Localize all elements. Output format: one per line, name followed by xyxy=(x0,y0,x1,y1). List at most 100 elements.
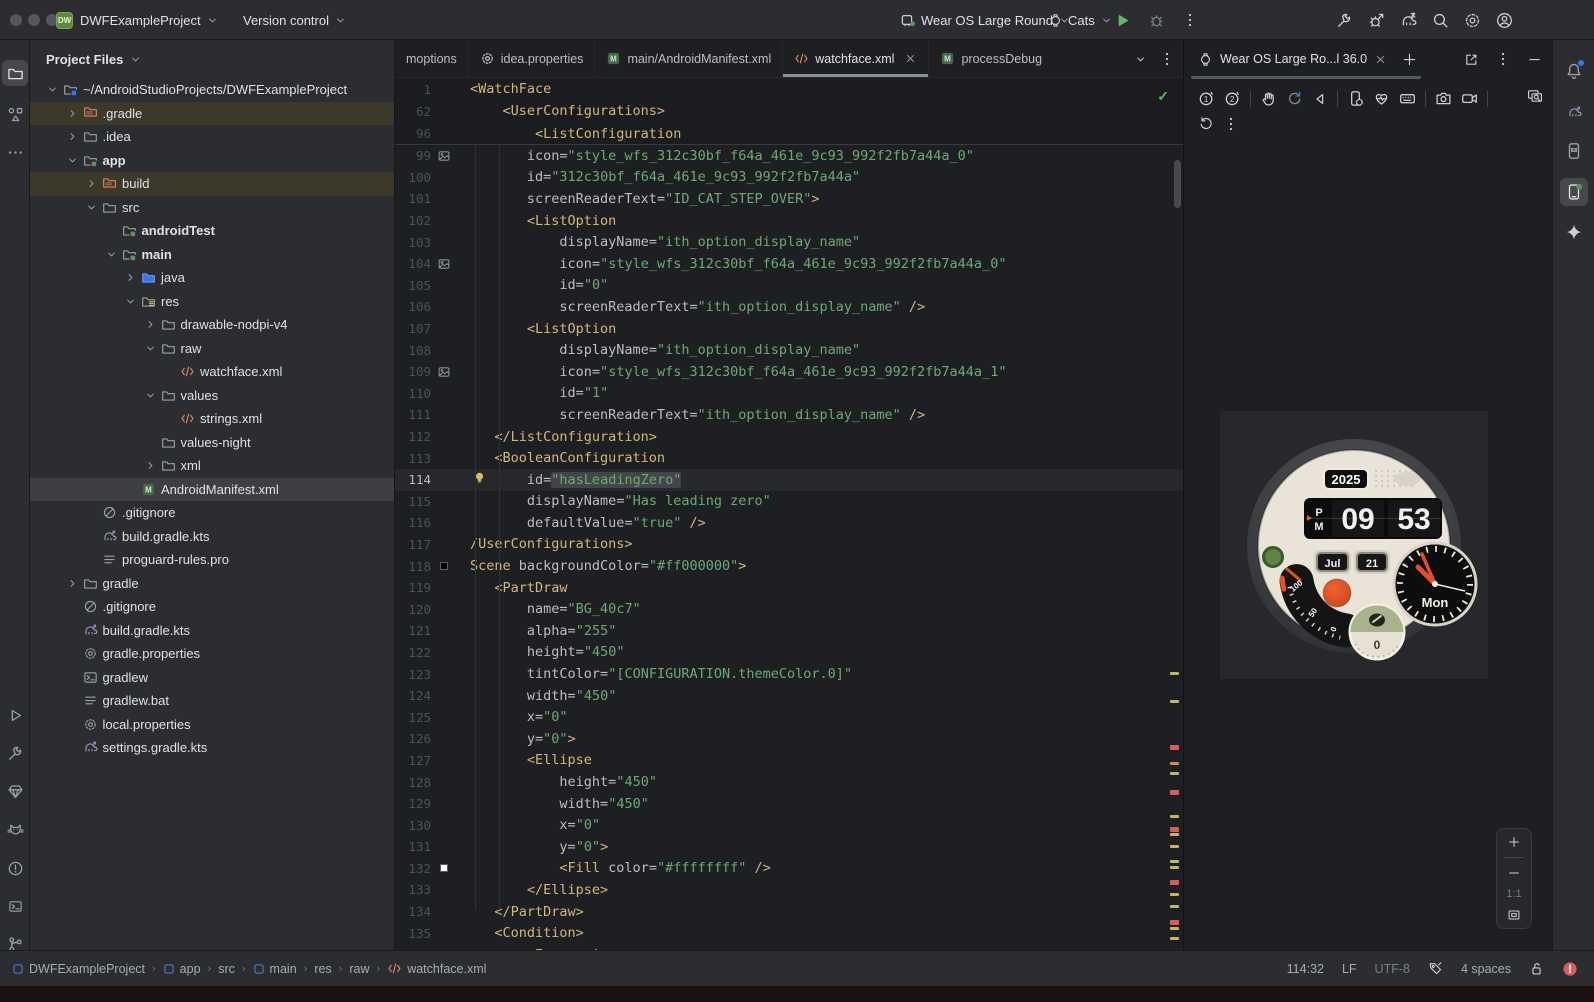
tool-window-terminal[interactable] xyxy=(2,893,28,919)
tool-window-problems[interactable] xyxy=(2,855,28,881)
settings-button[interactable] xyxy=(1464,12,1481,29)
device-settings-button[interactable] xyxy=(1347,90,1364,107)
code-line-118[interactable]: 118 Scene backgroundColor="#ff000000"> xyxy=(395,555,1183,577)
emulator-screen[interactable]: 2025 P M 09 53 Jul 21 100 50 0 0 Mon xyxy=(1220,411,1488,679)
tool-window-run[interactable] xyxy=(2,702,28,728)
chevron-down-icon[interactable] xyxy=(1134,53,1147,66)
code-line-109[interactable]: 109 icon="style_wfs_312c30bf_f64a_461e_9… xyxy=(395,361,1183,383)
code-line-99[interactable]: 99 icon="style_wfs_312c30bf_f64a_461e_9c… xyxy=(395,145,1183,167)
code-line-126[interactable]: 126 y="0"> xyxy=(395,728,1183,750)
editor-tab[interactable]: moptions xyxy=(395,40,469,77)
panel-options-button[interactable] xyxy=(1495,51,1511,67)
tree-item-androidtest[interactable]: androidTest xyxy=(30,219,394,243)
code-line-111[interactable]: 111 screenReaderText="ith_option_display… xyxy=(395,404,1183,426)
tree-item-proguard-rules.pro[interactable]: proguard-rules.pro xyxy=(30,548,394,572)
chevron-right-icon[interactable] xyxy=(142,318,159,331)
build-button[interactable] xyxy=(1336,12,1353,29)
search-button[interactable] xyxy=(1432,12,1449,29)
code-line-132[interactable]: 132 <Fill color="#ffffffff" /> xyxy=(395,858,1183,880)
code-line-130[interactable]: 130 x="0" xyxy=(395,814,1183,836)
tool-window-device-explorer[interactable] xyxy=(2,778,28,804)
code-line-119[interactable]: 119 <PartDraw xyxy=(395,577,1183,599)
stripe-mark[interactable] xyxy=(1170,905,1179,908)
chevron-down-icon[interactable] xyxy=(44,83,61,96)
stripe-mark[interactable] xyxy=(1170,880,1179,885)
tree-item-values[interactable]: values xyxy=(30,384,394,408)
code-line-106[interactable]: 106 screenReaderText="ith_option_display… xyxy=(395,296,1183,318)
profiler-button[interactable] xyxy=(1368,12,1385,29)
code-line-101[interactable]: 101 screenReaderText="ID_CAT_STEP_OVER"> xyxy=(395,188,1183,210)
chevron-right-icon[interactable] xyxy=(142,459,159,472)
code-line-102[interactable]: 102 <ListOption xyxy=(395,210,1183,232)
breadcrumb-item[interactable]: watchface.xml xyxy=(387,961,486,976)
code-line-124[interactable]: 124 width="450" xyxy=(395,685,1183,707)
code-line-134[interactable]: 134 </PartDraw> xyxy=(395,901,1183,923)
inspection-ok-icon[interactable]: ✓ xyxy=(1157,88,1169,105)
code-line-133[interactable]: 133 </Ellipse> xyxy=(395,879,1183,901)
tree-item-build.gradle.kts[interactable]: build.gradle.kts xyxy=(30,525,394,549)
code-line-103[interactable]: 103 displayName="ith_option_display_name… xyxy=(395,231,1183,253)
tree-item-gradle[interactable]: gradle xyxy=(30,572,394,596)
screen-record-button[interactable] xyxy=(1461,90,1478,107)
stripe-mark[interactable] xyxy=(1170,762,1179,765)
code-line-100[interactable]: 100 id="312c30bf_f64a_461e_9c93_992f2fb7… xyxy=(395,167,1183,189)
version-control-menu[interactable]: Version control xyxy=(243,0,347,40)
tree-item-strings.xml[interactable]: strings.xml xyxy=(30,407,394,431)
code-line-121[interactable]: 121 alpha="255" xyxy=(395,620,1183,642)
button-two-button[interactable]: 2 xyxy=(1224,90,1241,107)
device-selector[interactable]: Wear OS Large Round xyxy=(900,0,1071,40)
tree-item-app[interactable]: app xyxy=(30,149,394,173)
code-line-123[interactable]: 123 tintColor="[CONFIGURATION.themeColor… xyxy=(395,663,1183,685)
tree-item-xml[interactable]: xml xyxy=(30,454,394,478)
tree-item-.idea[interactable]: .idea xyxy=(30,125,394,149)
code-line-127[interactable]: 127 <Ellipse xyxy=(395,750,1183,772)
code-line-122[interactable]: 122 height="450" xyxy=(395,642,1183,664)
keyboard-mouse-button[interactable] xyxy=(1399,90,1416,107)
tree-item-.gradle[interactable]: .gradle xyxy=(30,101,394,125)
tree-item-local.properties[interactable]: local.properties xyxy=(30,713,394,737)
code-line-1[interactable]: 1 <WatchFace xyxy=(395,78,1183,100)
run-configuration-selector[interactable]: Cats xyxy=(1048,0,1113,40)
tool-window-gradle[interactable] xyxy=(1560,98,1588,126)
tree-item-build[interactable]: build xyxy=(30,172,394,196)
back-button[interactable] xyxy=(1312,91,1328,107)
tree-item-androidstudioprojectsdwfexampleproject[interactable]: ~/AndroidStudioProjects/DWFExampleProjec… xyxy=(30,78,394,102)
tree-item-raw[interactable]: raw xyxy=(30,337,394,361)
code-line-128[interactable]: 128 height="450" xyxy=(395,771,1183,793)
zoom-out-button[interactable] xyxy=(1507,866,1521,880)
tool-window-notifications[interactable] xyxy=(1560,57,1588,85)
stripe-mark[interactable] xyxy=(1170,672,1179,675)
tree-item-watchface.xml[interactable]: watchface.xml xyxy=(30,360,394,384)
add-device-icon[interactable] xyxy=(1402,52,1417,67)
breadcrumb-item[interactable]: app xyxy=(163,962,201,976)
project-selector[interactable]: DWFExampleProject xyxy=(80,0,219,40)
code-line-120[interactable]: 120 name="BG_40c7" xyxy=(395,598,1183,620)
chevron-down-icon[interactable] xyxy=(142,342,159,355)
camera-button[interactable] xyxy=(1435,90,1452,107)
chevron-right-icon[interactable] xyxy=(64,130,81,143)
tree-item-gradlew[interactable]: gradlew xyxy=(30,666,394,690)
chevron-down-icon[interactable] xyxy=(103,248,120,261)
more-actions-button[interactable] xyxy=(1182,12,1198,28)
editor-tab[interactable]: idea.properties xyxy=(469,40,596,77)
chevron-right-icon[interactable] xyxy=(64,577,81,590)
tree-item-gradle.properties[interactable]: gradle.properties xyxy=(30,642,394,666)
stripe-mark[interactable] xyxy=(1170,745,1179,750)
stripe-mark[interactable] xyxy=(1170,845,1179,848)
code-line-117[interactable]: 117/UserConfigurations> xyxy=(395,534,1183,556)
tag-icon[interactable] xyxy=(1428,961,1443,976)
tool-window-structure[interactable] xyxy=(2,101,28,127)
tree-item-.gitignore[interactable]: .gitignore xyxy=(30,595,394,619)
palm-button[interactable] xyxy=(1260,90,1277,107)
chevron-down-icon[interactable] xyxy=(122,295,139,308)
gradle-sync-button[interactable] xyxy=(1400,12,1417,29)
code-line-105[interactable]: 105 id="0" xyxy=(395,275,1183,297)
tool-window-project[interactable] xyxy=(2,60,28,86)
stripe-mark[interactable] xyxy=(1170,860,1179,863)
tree-item-main[interactable]: main xyxy=(30,243,394,267)
code-line-116[interactable]: 116 defaultValue="true" /> xyxy=(395,512,1183,534)
breadcrumb-item[interactable]: raw xyxy=(349,962,369,976)
code-line-115[interactable]: 115 displayName="Has leading zero" xyxy=(395,491,1183,513)
tool-window-more[interactable] xyxy=(2,139,28,165)
stripe-mark[interactable] xyxy=(1170,833,1179,836)
